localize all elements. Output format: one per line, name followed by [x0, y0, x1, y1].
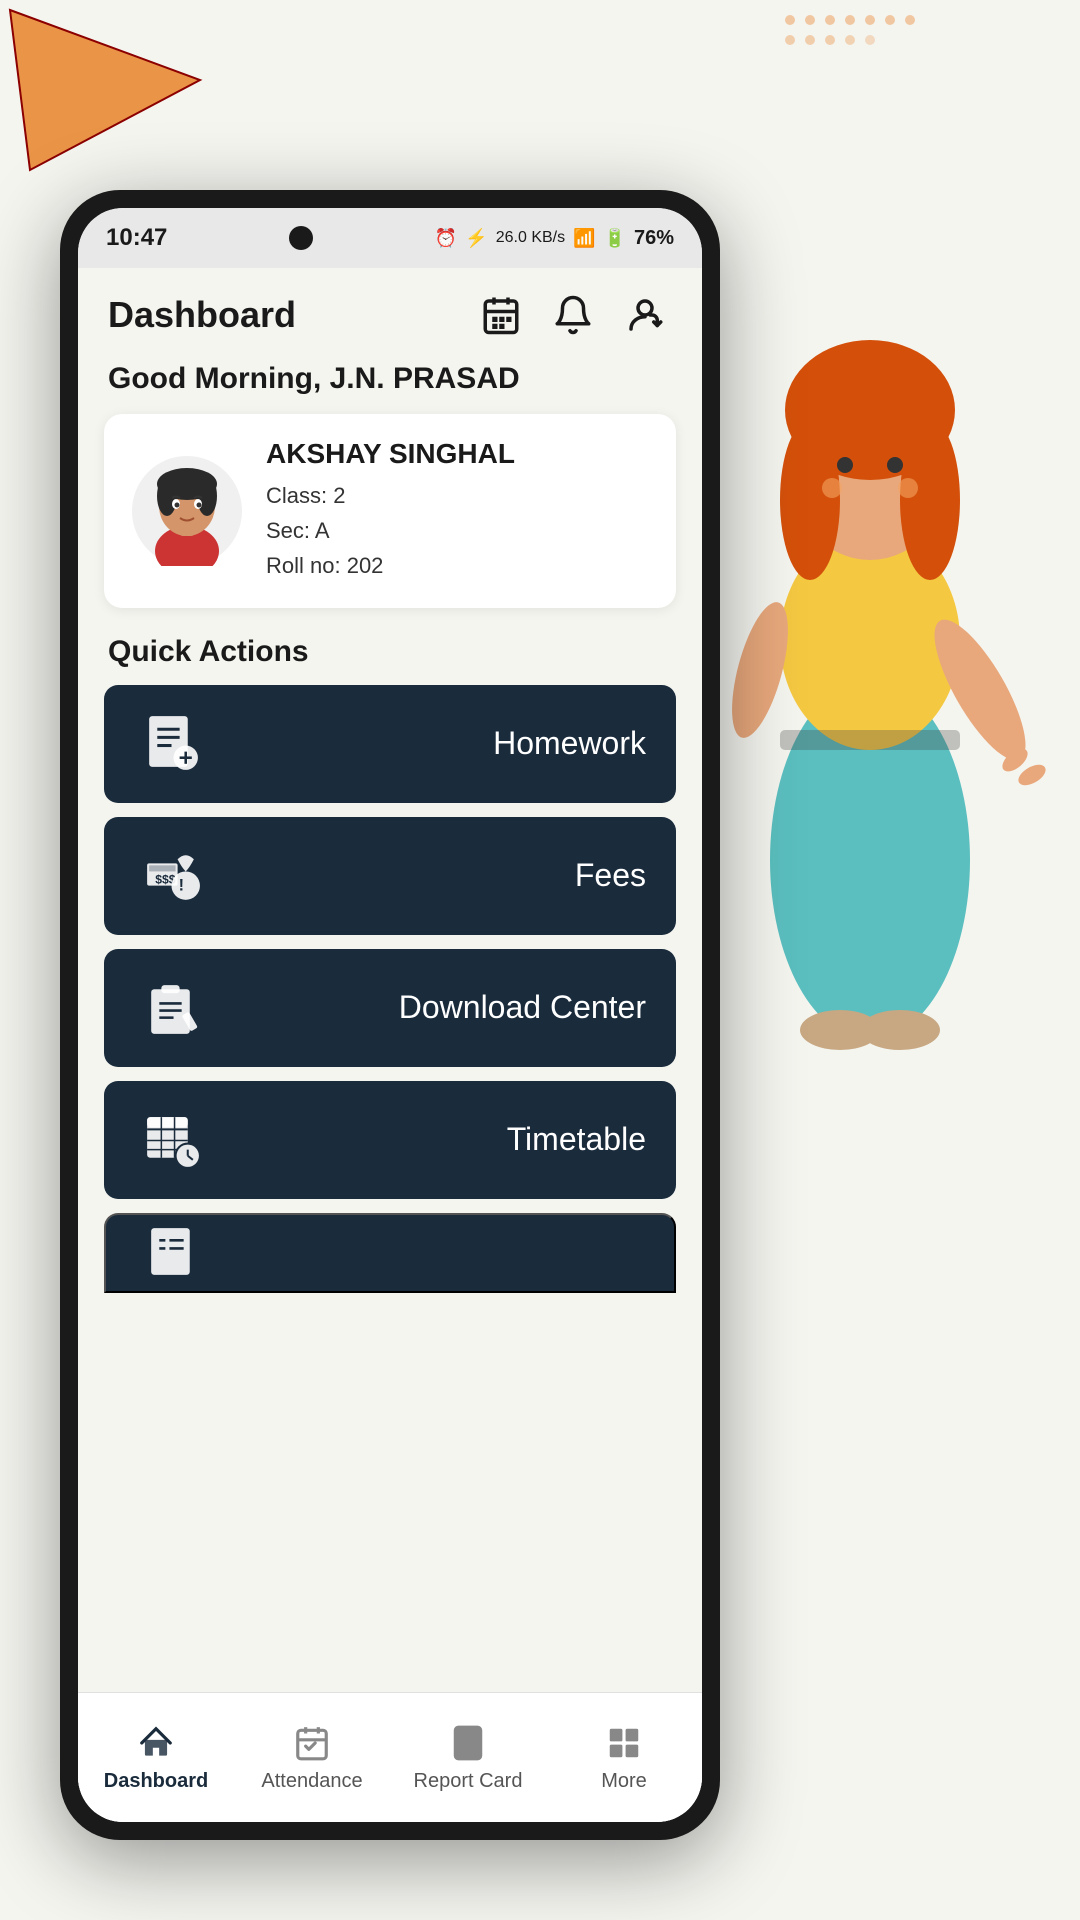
- attendance-nav-icon: [291, 1722, 333, 1764]
- student-avatar: [132, 456, 242, 566]
- fees-button[interactable]: $$$ ! Fees: [104, 817, 676, 935]
- calendar-button[interactable]: [474, 288, 528, 342]
- calendar-icon: [480, 294, 522, 336]
- timetable-button[interactable]: Timetable: [104, 1081, 676, 1199]
- report-card-nav-icon: [447, 1722, 489, 1764]
- exam-schedule-icon: [136, 1215, 211, 1290]
- battery-level: 76%: [634, 227, 674, 250]
- timetable-label: Timetable: [209, 1121, 646, 1158]
- exam-svg-icon: [141, 1220, 206, 1285]
- nav-attendance[interactable]: Attendance: [234, 1712, 390, 1803]
- page-title: Dashboard: [108, 294, 296, 336]
- more-nav-label: More: [601, 1770, 647, 1793]
- actions-list: Homework $$$ ! Fees: [78, 685, 702, 1692]
- student-name: AKSHAY SINGHAL: [266, 438, 648, 470]
- timetable-icon: [134, 1102, 209, 1177]
- bluetooth-icon: ⚡: [465, 228, 487, 249]
- attendance-nav-label: Attendance: [261, 1770, 362, 1793]
- header-icons: [474, 288, 672, 342]
- status-icons: ⏰ ⚡ 26.0 KB/s 📶 🔋 76%: [435, 227, 674, 250]
- homework-icon: [134, 706, 209, 781]
- student-card: AKSHAY SINGHAL Class: 2 Sec: A Roll no: …: [104, 414, 676, 608]
- homework-svg-icon: [139, 711, 204, 776]
- download-center-button[interactable]: Download Center: [104, 949, 676, 1067]
- download-svg-icon: [139, 975, 204, 1040]
- homework-button[interactable]: Homework: [104, 685, 676, 803]
- bottom-navigation: Dashboard Attendance: [78, 1692, 702, 1822]
- bell-icon: [552, 294, 594, 336]
- refresh-user-icon: [624, 294, 666, 336]
- report-card-nav-label: Report Card: [414, 1770, 523, 1793]
- dashboard-nav-label: Dashboard: [104, 1770, 208, 1793]
- nav-more[interactable]: More: [546, 1712, 702, 1803]
- more-icon: [605, 1724, 643, 1762]
- timetable-svg-icon: [139, 1107, 204, 1172]
- alarm-icon: ⏰: [435, 228, 457, 249]
- download-center-icon: [134, 970, 209, 1045]
- battery-icon: 🔋: [604, 228, 626, 249]
- student-class: Class: 2 Sec: A Roll no: 202: [266, 478, 648, 584]
- profile-button[interactable]: [618, 288, 672, 342]
- data-speed: 26.0 KB/s: [496, 229, 565, 247]
- notification-button[interactable]: [546, 288, 600, 342]
- homework-label: Homework: [209, 725, 646, 762]
- fees-label: Fees: [209, 857, 646, 894]
- app-header: Dashboard: [78, 268, 702, 357]
- exam-schedule-button[interactable]: [104, 1213, 676, 1293]
- nav-dashboard[interactable]: Dashboard: [78, 1712, 234, 1803]
- greeting-text: Good Morning, J.N. PRASAD: [78, 357, 702, 414]
- dashboard-nav-icon: [135, 1722, 177, 1764]
- character-illustration: [660, 160, 1080, 1060]
- bg-triangle: [0, 0, 220, 180]
- download-center-label: Download Center: [209, 989, 646, 1026]
- more-nav-icon: [603, 1722, 645, 1764]
- home-icon: [137, 1724, 175, 1762]
- nav-report-card[interactable]: Report Card: [390, 1712, 546, 1803]
- fees-svg-icon: $$$ !: [139, 843, 204, 908]
- status-time: 10:47: [106, 224, 167, 252]
- app-content: Dashboard: [78, 268, 702, 1822]
- student-info: AKSHAY SINGHAL Class: 2 Sec: A Roll no: …: [266, 438, 648, 584]
- quick-actions-heading: Quick Actions: [78, 630, 702, 685]
- report-card-icon: [449, 1724, 487, 1762]
- phone-screen: 10:47 ⏰ ⚡ 26.0 KB/s 📶 🔋 76% Dashboard: [78, 208, 702, 1822]
- fees-icon: $$$ !: [134, 838, 209, 913]
- svg-text:!: !: [179, 877, 184, 895]
- network-icon: 📶: [573, 228, 595, 249]
- camera-notch: [289, 226, 313, 250]
- phone-frame: 10:47 ⏰ ⚡ 26.0 KB/s 📶 🔋 76% Dashboard: [60, 190, 720, 1840]
- bg-dots: [780, 10, 960, 90]
- status-bar: 10:47 ⏰ ⚡ 26.0 KB/s 📶 🔋 76%: [78, 208, 702, 268]
- attendance-icon: [293, 1724, 331, 1762]
